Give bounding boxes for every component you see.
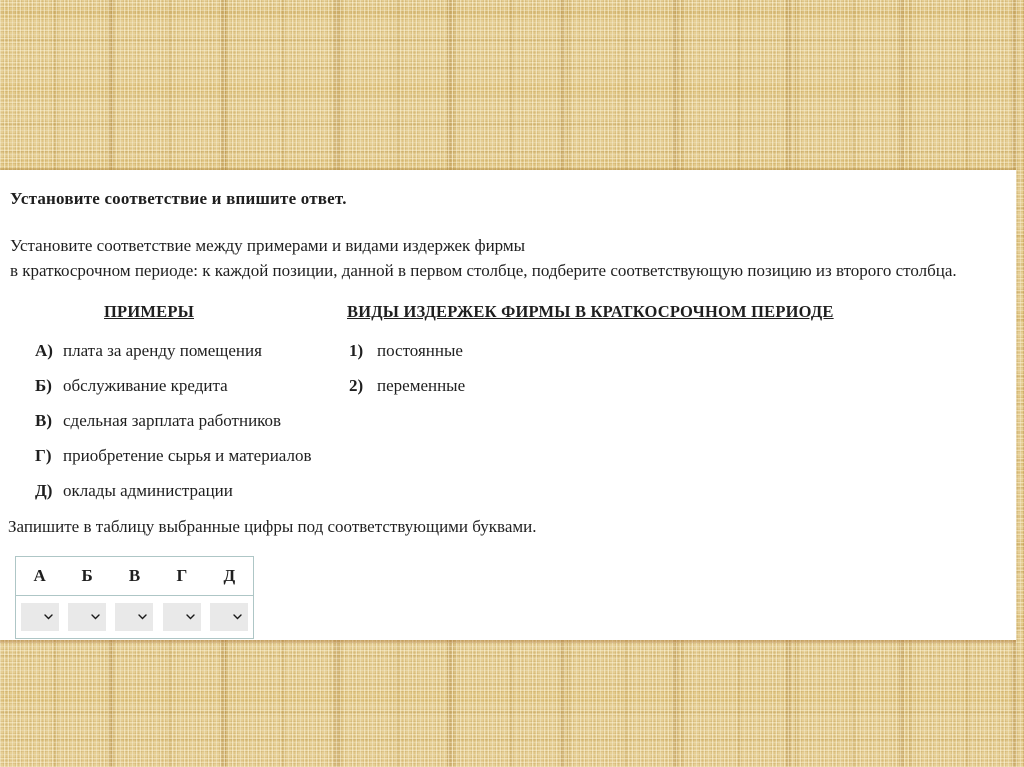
cost-types-list: 1) постоянные 2) переменные: [349, 333, 465, 403]
answer-select-a-wrap: [20, 603, 59, 631]
example-item-label: Б): [35, 375, 52, 395]
answer-select-v[interactable]: [115, 603, 154, 631]
example-item-text: обслуживание кредита: [63, 375, 228, 395]
answer-instruction: Запишите в таблицу выбранные цифры под с…: [8, 517, 537, 536]
example-item-label: Д): [35, 480, 53, 500]
cost-type-item-2: 2) переменные: [349, 368, 465, 403]
cost-types-column-header: ВИДЫ ИЗДЕРЖЕК ФИРМЫ В КРАТКОСРОЧНОМ ПЕРИ…: [347, 302, 834, 321]
example-item-a: А) плата за аренду помещения: [35, 333, 312, 368]
column-header-v: В: [128, 566, 141, 585]
answer-table-select-row: [16, 596, 253, 638]
example-item-label: А): [35, 340, 53, 360]
column-header-a: А: [33, 566, 46, 585]
examples-column-header: ПРИМЕРЫ: [104, 302, 195, 321]
example-item-label: Г): [35, 445, 52, 465]
task-description-line-2: в краткосрочном периоде: к каждой позици…: [10, 261, 957, 280]
example-item-text: сдельная зарплата работников: [63, 410, 282, 430]
content-panel: Установите соответствие и впишите ответ.…: [0, 170, 1016, 640]
column-header-d: Д: [223, 566, 236, 585]
answer-select-b-wrap: [68, 603, 107, 631]
answer-select-g-wrap: [162, 603, 201, 631]
answer-table: А Б В Г Д: [15, 556, 254, 639]
answer-select-v-wrap: [115, 603, 154, 631]
answer-select-d[interactable]: [210, 603, 249, 631]
example-item-label: В): [35, 410, 52, 430]
task-title: Установите соответствие и впишите ответ.: [10, 189, 347, 208]
example-item-text: приобретение сырья и материалов: [63, 445, 312, 465]
example-item-text: плата за аренду помещения: [63, 340, 262, 360]
column-header-g: Г: [176, 566, 188, 585]
answer-table-header-row: А Б В Г Д: [16, 557, 253, 596]
task-description-line-1: Установите соответствие между примерами …: [10, 236, 526, 255]
example-item-g: Г) приобретение сырья и материалов: [35, 438, 312, 473]
cost-type-item-label: 2): [349, 375, 364, 395]
cost-type-item-label: 1): [349, 340, 364, 360]
example-item-v: В) сдельная зарплата работников: [35, 403, 312, 438]
column-header-b: Б: [81, 566, 93, 585]
answer-select-b[interactable]: [68, 603, 107, 631]
example-item-d: Д) оклады администрации: [35, 473, 312, 508]
answer-select-a[interactable]: [20, 603, 59, 631]
answer-select-d-wrap: [210, 603, 249, 631]
cost-type-item-text: постоянные: [377, 340, 463, 360]
answer-select-g[interactable]: [162, 603, 201, 631]
example-item-b: Б) обслуживание кредита: [35, 368, 312, 403]
examples-list: А) плата за аренду помещения Б) обслужив…: [35, 333, 312, 508]
cost-type-item-text: переменные: [377, 375, 466, 395]
cost-type-item-1: 1) постоянные: [349, 333, 465, 368]
page-background: Установите соответствие и впишите ответ.…: [0, 0, 1024, 767]
example-item-text: оклады администрации: [63, 480, 233, 500]
